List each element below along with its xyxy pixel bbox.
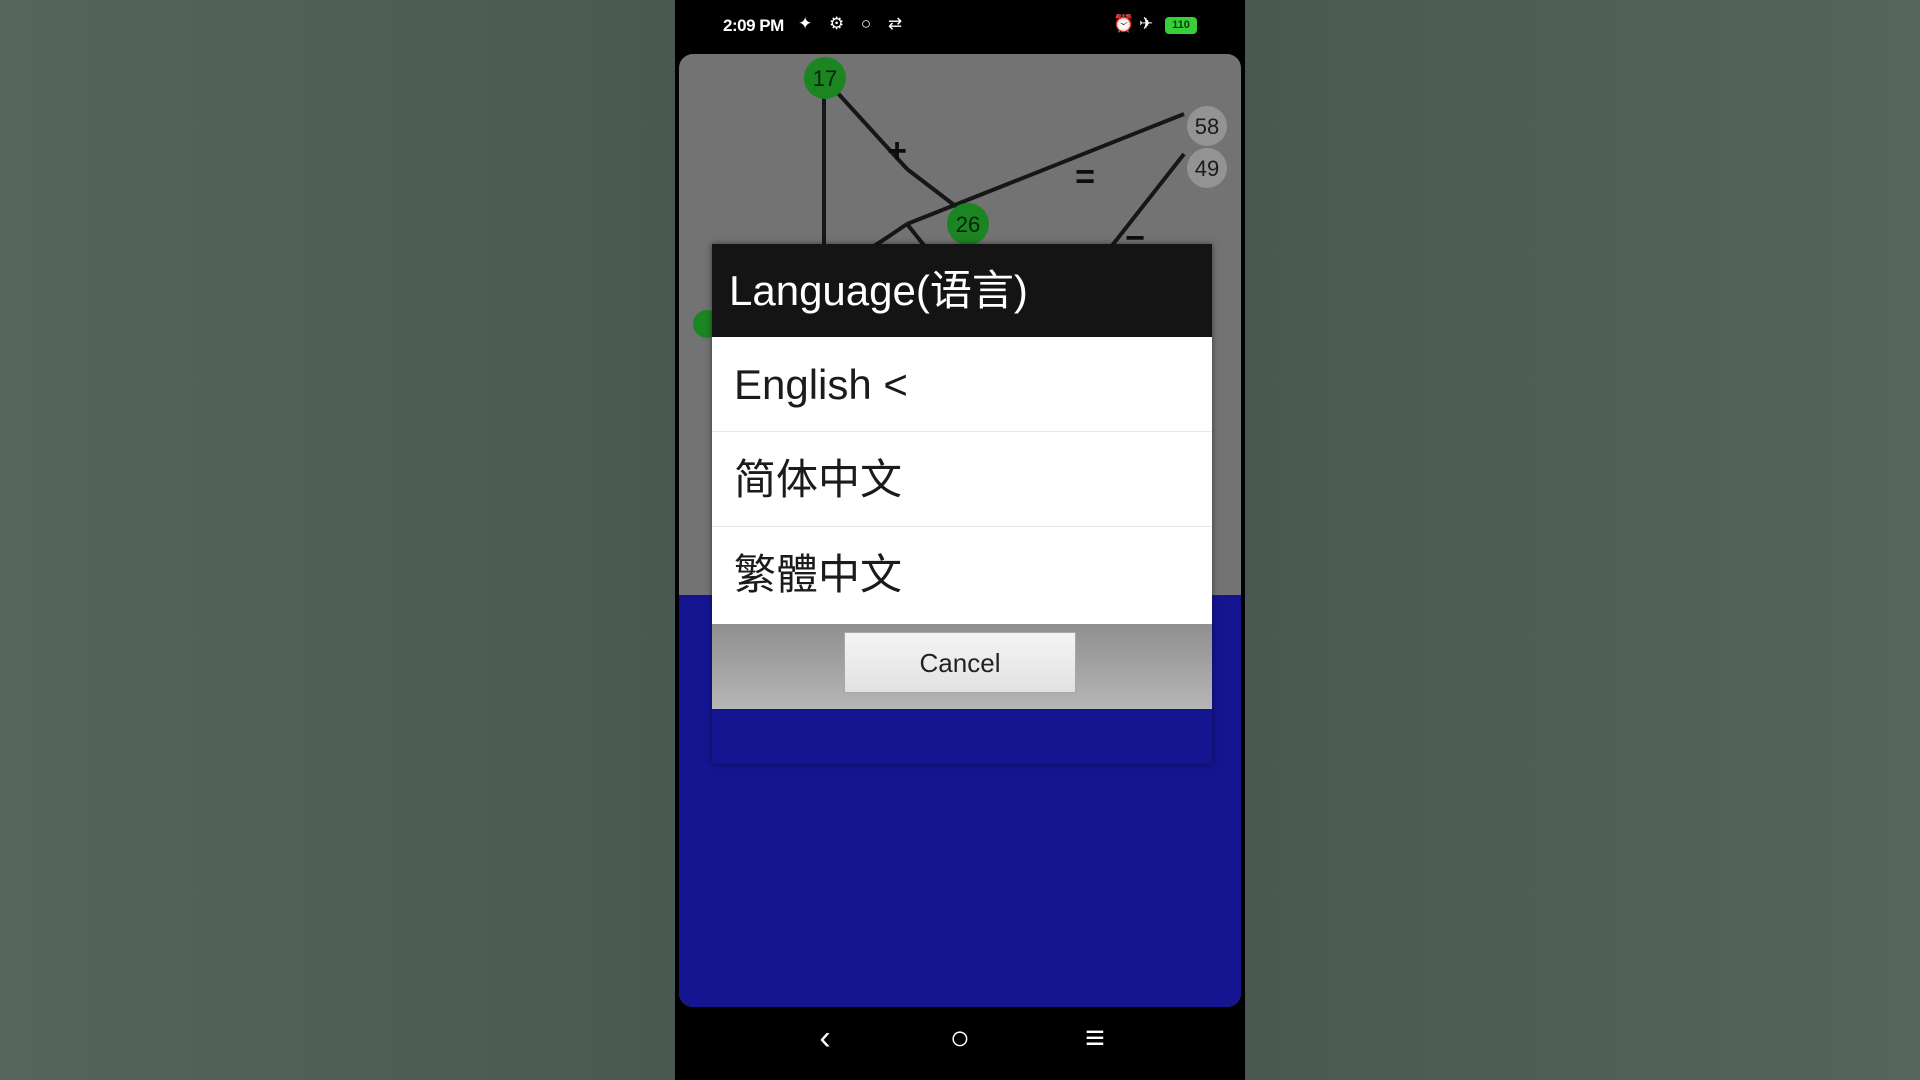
phone-screen: 2:09 PM ✦ ⚙ ○ ⇄ ⏰ ✈ 110 + + + = = [675,0,1245,1080]
dialog-footer: Cancel [712,624,1212,709]
status-time: 2:09 PM [723,16,784,35]
home-icon[interactable]: ○ [935,1019,985,1058]
status-bar: 2:09 PM ✦ ⚙ ○ ⇄ ⏰ ✈ 110 [675,0,1245,54]
back-icon[interactable]: ‹ [800,1019,850,1058]
cancel-button[interactable]: Cancel [844,632,1076,693]
background-left [0,0,675,1080]
notification-icons: ✦ ⚙ ○ ⇄ [798,14,909,33]
language-dialog: Language(语言) English < 简体中文 繁體中文 Cancel [712,244,1212,764]
menu-icon[interactable]: ≡ [1070,1019,1120,1058]
language-option-traditional-chinese[interactable]: 繁體中文 [712,527,1212,624]
dialog-title: Language(语言) [712,244,1212,337]
navigation-bar: ‹ ○ ≡ [675,1007,1245,1080]
language-option-english[interactable]: English < [712,337,1212,432]
language-option-simplified-chinese[interactable]: 简体中文 [712,432,1212,527]
alarm-airplane-icons: ⏰ ✈ [1113,14,1154,33]
battery-icon: 110 [1165,17,1197,34]
language-list: English < 简体中文 繁體中文 [712,337,1212,624]
background-right [1245,0,1920,1080]
